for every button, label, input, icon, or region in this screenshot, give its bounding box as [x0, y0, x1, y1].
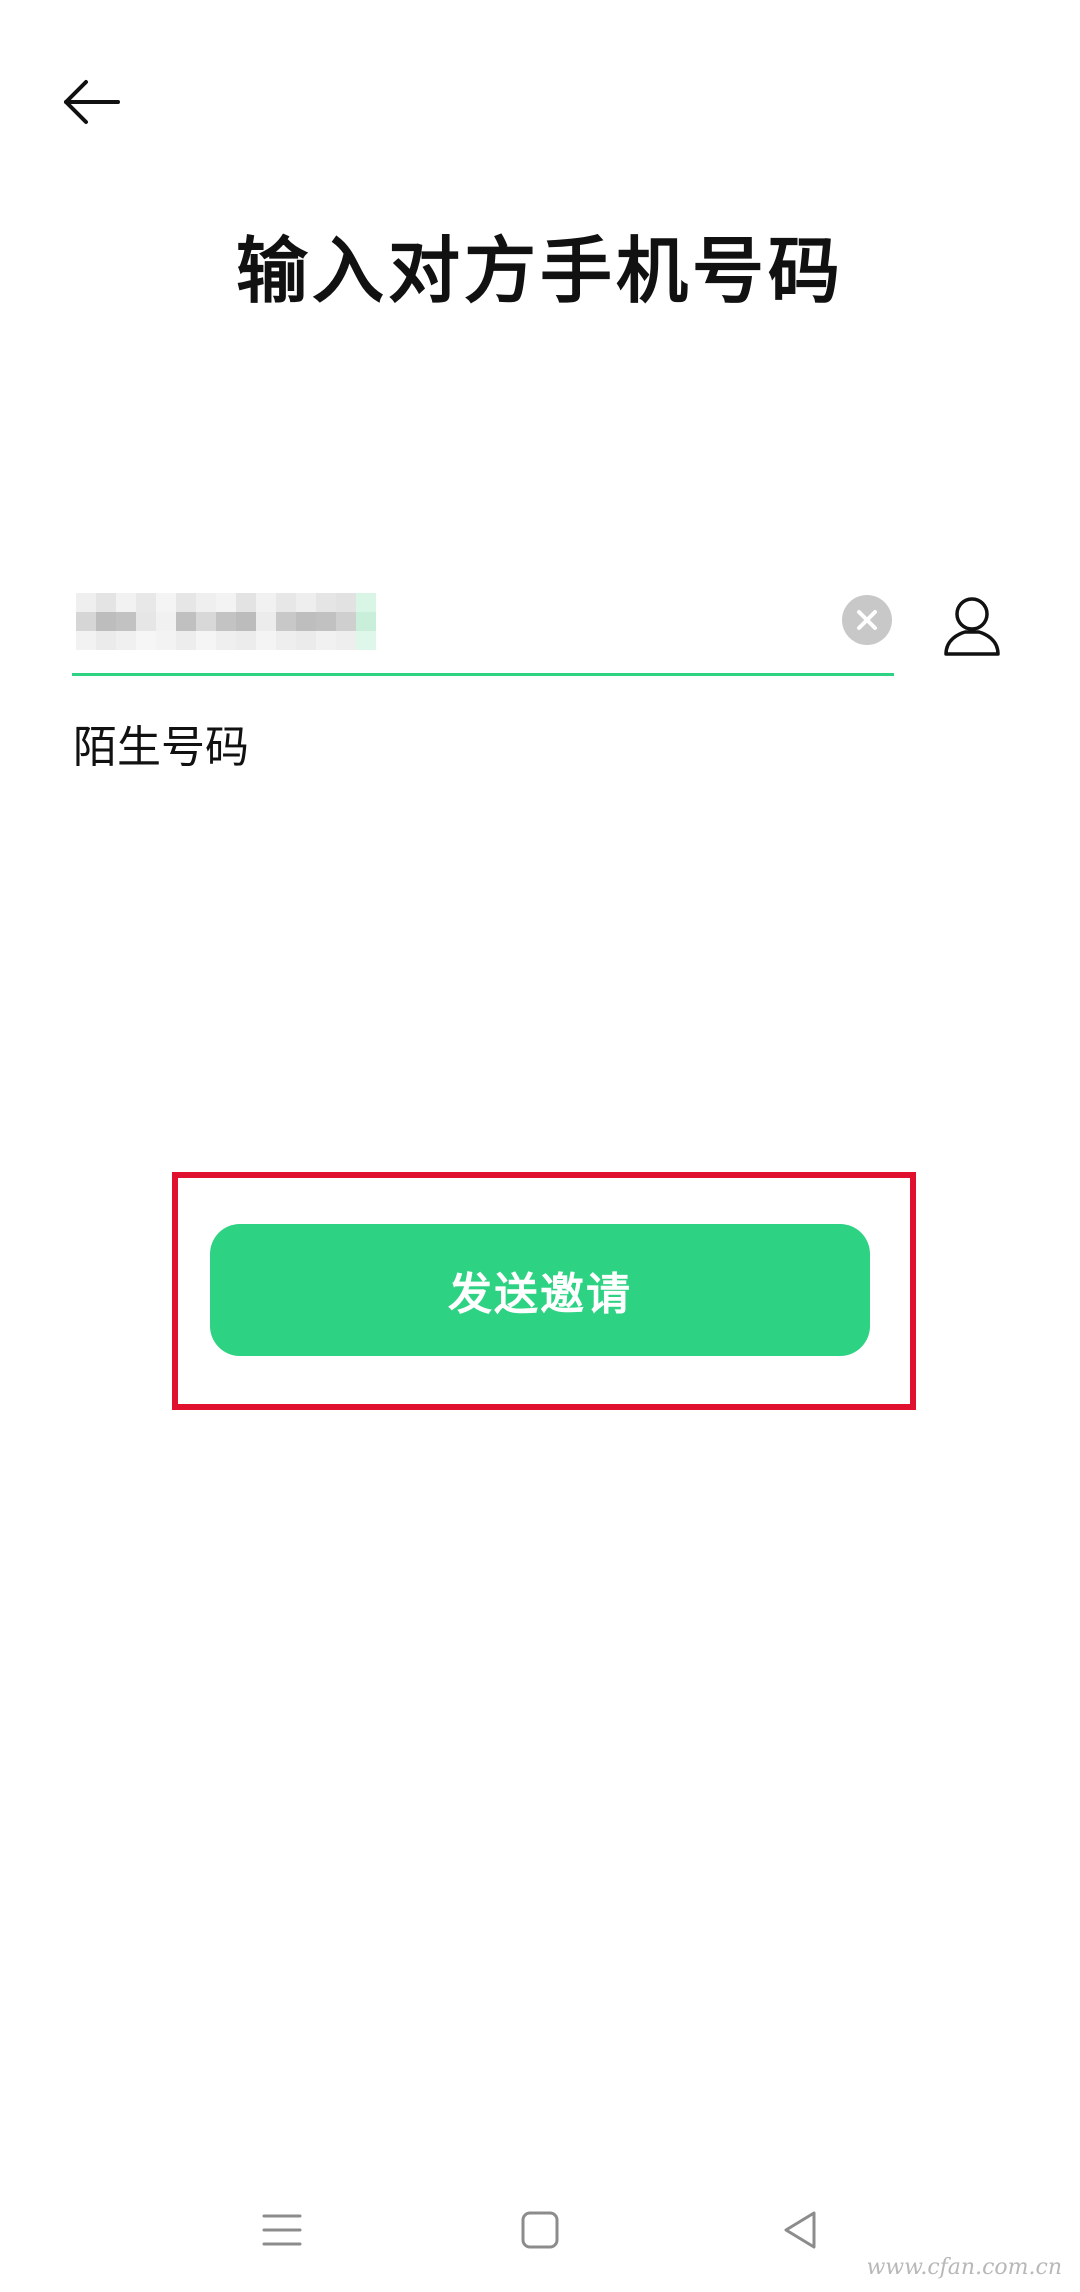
menu-icon: [262, 2214, 302, 2246]
page-title: 输入对方手机号码: [235, 229, 844, 313]
phone-input-row: [72, 585, 894, 677]
clear-circle-icon: [857, 610, 877, 630]
nav-back-button[interactable]: [770, 2200, 830, 2260]
back-triangle-icon: [784, 2211, 816, 2249]
obscured-phone-number: [76, 593, 376, 651]
nav-home-button[interactable]: [510, 2200, 570, 2260]
phone-input[interactable]: [72, 585, 894, 676]
home-icon: [521, 2211, 559, 2249]
clear-button[interactable]: [842, 595, 892, 645]
arrow-left-icon: [64, 80, 120, 124]
watermark: www.cfan.com.cn: [866, 2255, 1062, 2280]
stranger-number-label: 陌生号码: [73, 722, 249, 773]
send-invitation-button[interactable]: 发送邀请: [210, 1224, 870, 1356]
contacts-button[interactable]: [940, 592, 1004, 662]
nav-menu-button[interactable]: [252, 2200, 312, 2260]
person-icon: [944, 597, 1000, 656]
back-button[interactable]: [60, 74, 124, 130]
